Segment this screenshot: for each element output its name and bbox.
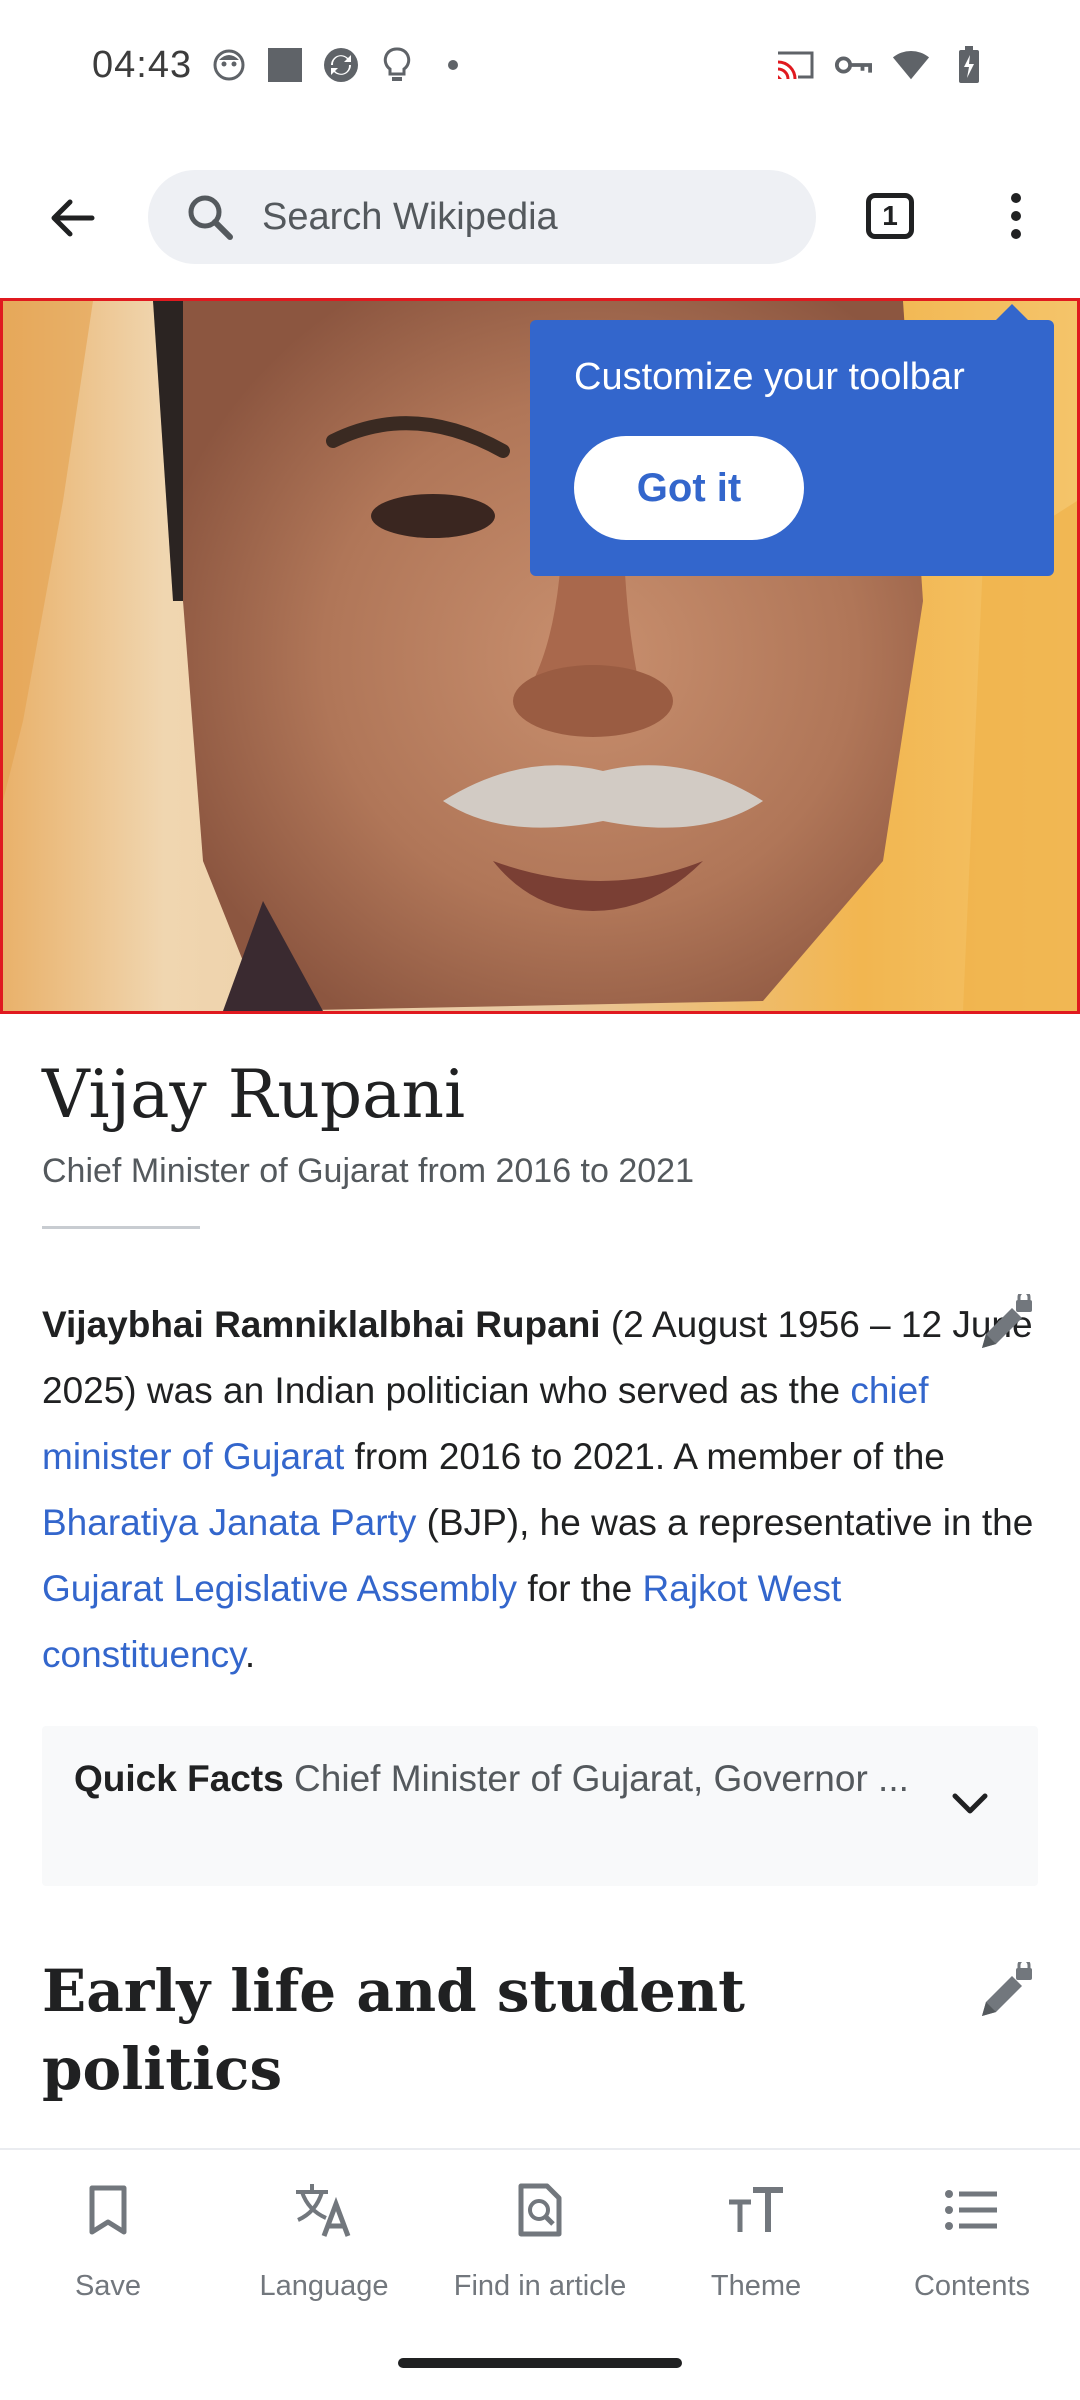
toolbar-theme-button[interactable]: Theme bbox=[656, 2178, 856, 2318]
quick-facts-label: Quick Facts bbox=[74, 1758, 284, 1799]
system-icons bbox=[776, 46, 988, 84]
face-notification-icon bbox=[210, 46, 248, 84]
find-in-page-icon bbox=[508, 2178, 572, 2242]
lead-text: (BJP), he was a representative in the bbox=[416, 1502, 1034, 1543]
toolbar-save-label: Save bbox=[74, 2270, 142, 2302]
home-indicator[interactable] bbox=[398, 2358, 682, 2368]
search-icon bbox=[184, 191, 236, 243]
edit-lock-icon bbox=[982, 1958, 1032, 2016]
toolbar-contents-label: Contents bbox=[913, 2270, 1031, 2302]
square-notification-icon bbox=[266, 46, 304, 84]
more-vert-icon bbox=[1011, 193, 1021, 239]
article-description: Chief Minister of Gujarat from 2016 to 2… bbox=[42, 1152, 694, 1190]
app-bar: Search Wikipedia 1 bbox=[0, 160, 1080, 272]
article-subject-name: Vijaybhai Ramniklalbhai Rupani bbox=[42, 1304, 601, 1345]
customize-toolbar-tooltip: Customize your toolbar Got it bbox=[530, 304, 1054, 576]
tabs-button[interactable]: 1 bbox=[860, 186, 920, 246]
lead-text: for the bbox=[517, 1568, 643, 1609]
title-divider bbox=[42, 1226, 200, 1229]
tab-count: 1 bbox=[866, 193, 914, 239]
toolbar-theme-label: Theme bbox=[710, 2270, 802, 2302]
notification-icons bbox=[210, 46, 472, 84]
toolbar-contents-button[interactable]: Contents bbox=[872, 2178, 1072, 2318]
battery-charging-icon bbox=[950, 46, 988, 84]
more-dot-icon bbox=[434, 46, 472, 84]
overflow-menu-button[interactable] bbox=[990, 186, 1042, 246]
link-bharatiya-janata-party[interactable]: Bharatiya Janata Party bbox=[42, 1502, 416, 1543]
article-title: Vijay Rupani bbox=[42, 1056, 466, 1133]
tooltip-arrow bbox=[994, 304, 1030, 322]
got-it-button[interactable]: Got it bbox=[574, 436, 804, 540]
text-size-icon bbox=[724, 2178, 788, 2242]
toolbar-find-in-article-label: Find in article bbox=[453, 2270, 627, 2302]
chevron-down-icon bbox=[952, 1793, 988, 1814]
section-edit-button[interactable] bbox=[976, 1958, 1036, 2022]
lead-text: from 2016 to 2021. A member of the bbox=[344, 1436, 945, 1477]
lightbulb-notification-icon bbox=[378, 46, 416, 84]
edit-lock-icon bbox=[982, 1290, 1032, 1348]
status-bar: 04:43 bbox=[0, 0, 1080, 140]
link-gujarat-legislative-assembly[interactable]: Gujarat Legislative Assembly bbox=[42, 1568, 517, 1609]
search-bar[interactable]: Search Wikipedia bbox=[148, 170, 816, 264]
toolbar-language-label: Language bbox=[259, 2270, 389, 2302]
back-button[interactable] bbox=[36, 182, 108, 254]
tooltip-title: Customize your toolbar bbox=[574, 356, 965, 398]
translate-icon bbox=[292, 2178, 356, 2242]
toolbar-language-button[interactable]: Language bbox=[224, 2178, 424, 2318]
sync-notification-icon bbox=[322, 46, 360, 84]
section-heading-early-life: Early life and student politics bbox=[42, 1957, 745, 2103]
expand-quick-facts-button[interactable] bbox=[942, 1776, 998, 1832]
vpn-key-icon bbox=[834, 46, 872, 84]
lead-text: . bbox=[244, 1634, 256, 1675]
cast-icon bbox=[776, 46, 814, 84]
status-time: 04:43 bbox=[92, 44, 193, 86]
quick-facts-text: Chief Minister of Gujarat, Governor ... bbox=[283, 1758, 909, 1799]
arrow-back-icon bbox=[51, 199, 95, 237]
toolbar-save-button[interactable]: Save bbox=[8, 2178, 208, 2318]
quick-facts-box[interactable]: Quick Facts Chief Minister of Gujarat, G… bbox=[42, 1726, 1038, 1886]
edit-protected-button[interactable] bbox=[976, 1290, 1036, 1354]
wifi-icon bbox=[892, 46, 930, 84]
lead-paragraph: Vijaybhai Ramniklalbhai Rupani (2 August… bbox=[42, 1292, 1040, 1688]
search-placeholder: Search Wikipedia bbox=[262, 195, 558, 238]
quick-facts-summary: Quick Facts Chief Minister of Gujarat, G… bbox=[74, 1756, 954, 1802]
toolbar-find-in-article-button[interactable]: Find in article bbox=[440, 2178, 640, 2318]
list-icon bbox=[940, 2178, 1004, 2242]
bookmark-icon bbox=[76, 2178, 140, 2242]
